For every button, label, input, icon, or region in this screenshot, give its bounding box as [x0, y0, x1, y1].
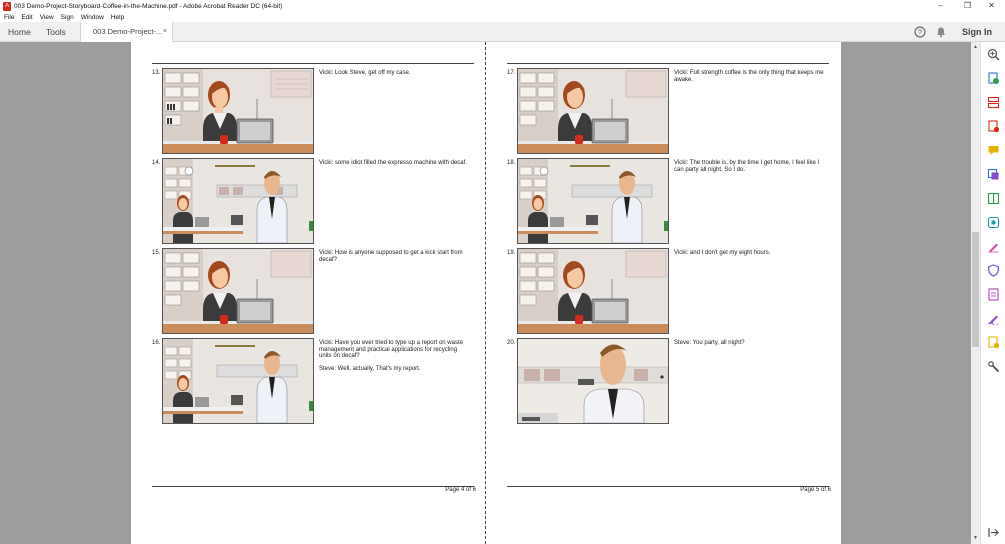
vertical-scrollbar[interactable]: ▲ ▼ [971, 42, 980, 544]
menu-help[interactable]: Help [111, 14, 124, 21]
page-number-label: Page 5 of 6 [800, 487, 831, 493]
menu-view[interactable]: View [40, 14, 54, 21]
compare-files-icon[interactable] [987, 192, 1000, 205]
panel-caption: Vicki: How is anyone supposed to get a k… [319, 250, 471, 269]
panel-number: 20. [507, 340, 516, 346]
storyboard-panel-13: 13. Vicki: Look Steve, get off my case. [152, 67, 474, 155]
document-tab-label: 003 Demo-Project-... [93, 27, 163, 36]
panel-image-steve-closeup [517, 338, 669, 424]
panel-image-vicki-desk [517, 68, 669, 154]
scrollbar-thumb[interactable] [972, 232, 979, 347]
storyboard-panel-15: 15. Vicki: How is anyone supposed to get… [152, 247, 474, 335]
document-viewport[interactable]: 13. Vicki: Look Steve, get off my case. … [0, 42, 980, 544]
menu-sign[interactable]: Sign [61, 14, 74, 21]
minimize-button[interactable]: – [927, 0, 954, 12]
protect-shield-icon[interactable] [987, 264, 1000, 277]
sign-in-button[interactable]: Sign In [962, 22, 992, 42]
more-tools-icon[interactable] [987, 360, 1000, 373]
caption-line: Steve: Well, actually, That's my report. [319, 365, 421, 372]
panel-number: 16. [152, 340, 161, 346]
request-signature-icon[interactable] [987, 312, 1000, 325]
acrobat-app-icon: A [3, 1, 11, 11]
prepare-form-icon[interactable] [987, 288, 1000, 301]
menu-edit[interactable]: Edit [21, 14, 32, 21]
notifications-bell-icon[interactable] [935, 26, 947, 38]
caption-line: Vicki: How is anyone supposed to get a k… [319, 250, 463, 263]
storyboard-panel-20: 20. Steve: You party, all night? [507, 337, 829, 425]
organize-pages-icon[interactable] [987, 96, 1000, 109]
caption-line: Vicki: Look Steve, get off my case. [319, 70, 411, 76]
panel-number: 13. [152, 70, 161, 76]
panel-number: 18. [507, 160, 516, 166]
page-top-rule [152, 63, 474, 64]
restore-button[interactable]: ❐ [954, 0, 981, 12]
storyboard-panel-17: 17. Vicki: Full strength coffee is the o… [507, 67, 829, 155]
panel-caption: Vicki: Look Steve, get off my case. [319, 70, 471, 83]
panel-caption: Vicki: Full strength coffee is the only … [674, 70, 826, 89]
window-title: 003 Demo-Project-Storyboard-Coffee-in-th… [14, 2, 283, 10]
storyboard-panel-19: 19. Vicki: and I don't get my eight hour… [507, 247, 829, 335]
page-bottom-rule [152, 486, 474, 487]
panel-image-office-wide [517, 158, 669, 244]
menu-file[interactable]: File [4, 14, 14, 21]
panel-number: 15. [152, 250, 161, 256]
caption-line: Steve: You party, all night? [674, 340, 745, 346]
panel-caption: Vicki: The trouble is, by the time I get… [674, 160, 826, 179]
caption-line: Vicki: Have you ever tried to type up a … [319, 340, 463, 359]
pdf-page-4: 13. Vicki: Look Steve, get off my case. … [131, 42, 486, 544]
panel-image-office-wide [162, 338, 314, 424]
document-tab-close-icon[interactable]: × [163, 22, 167, 42]
panel-caption: Vicki: some idiot filled the expresso ma… [319, 160, 471, 173]
caption-line: Vicki: Full strength coffee is the only … [674, 70, 824, 83]
panel-caption: Steve: You party, all night? [674, 340, 826, 353]
fill-and-sign-icon[interactable] [987, 240, 1000, 253]
panel-caption: Vicki: and I don't get my eight hours. [674, 250, 826, 263]
panel-image-vicki-desk [517, 248, 669, 334]
storyboard-panel-14: 14. Vicki: some idiot filled the express… [152, 157, 474, 245]
stamp-icon[interactable] [987, 336, 1000, 349]
caption-line: Vicki: The trouble is, by the time I get… [674, 160, 820, 173]
page-number-label: Page 4 of 6 [445, 487, 476, 493]
caption-line: Vicki: some idiot filled the expresso ma… [319, 160, 467, 166]
tab-bar: Home Tools 003 Demo-Project-... × ? Sign… [0, 22, 1005, 43]
close-button[interactable]: ✕ [978, 0, 1005, 12]
tools-pane [980, 42, 1005, 544]
scroll-up-arrow-icon[interactable]: ▲ [971, 44, 980, 50]
panel-number: 17. [507, 70, 516, 76]
page-top-rule [507, 63, 829, 64]
pdf-page-5: 17. Vicki: Full strength coffee is the o… [486, 42, 841, 544]
panel-image-vicki-desk [162, 68, 314, 154]
page-bottom-rule [507, 486, 829, 487]
svg-text:?: ? [918, 30, 922, 37]
panel-number: 14. [152, 160, 161, 166]
panel-caption: Vicki: Have you ever tried to type up a … [319, 340, 471, 378]
create-pdf-icon[interactable] [987, 120, 1000, 133]
panel-image-office-wide [162, 158, 314, 244]
tab-home[interactable]: Home [8, 22, 31, 42]
panel-image-vicki-desk [162, 248, 314, 334]
help-icon[interactable]: ? [914, 26, 926, 38]
title-bar: A 003 Demo-Project-Storyboard-Coffee-in-… [0, 0, 1005, 12]
zoom-in-icon[interactable] [987, 48, 1000, 61]
export-pdf-icon[interactable] [987, 72, 1000, 85]
scan-ocr-icon[interactable] [987, 216, 1000, 229]
storyboard-panel-16: 16. Vicki: Have you ever tried to type u… [152, 337, 474, 425]
comment-icon[interactable] [987, 144, 1000, 157]
caption-line: Vicki: and I don't get my eight hours. [674, 250, 771, 256]
tab-document[interactable]: 003 Demo-Project-... × [80, 22, 173, 43]
storyboard-panel-18: 18. Vicki: The trouble is, by the time I… [507, 157, 829, 245]
menu-bar: File Edit View Sign Window Help [0, 12, 1005, 22]
menu-window[interactable]: Window [81, 14, 104, 21]
panel-number: 19. [507, 250, 516, 256]
collapse-pane-icon[interactable] [987, 526, 1000, 539]
scroll-down-arrow-icon[interactable]: ▼ [971, 535, 980, 541]
send-for-review-icon[interactable] [987, 168, 1000, 181]
tab-tools[interactable]: Tools [46, 22, 66, 42]
